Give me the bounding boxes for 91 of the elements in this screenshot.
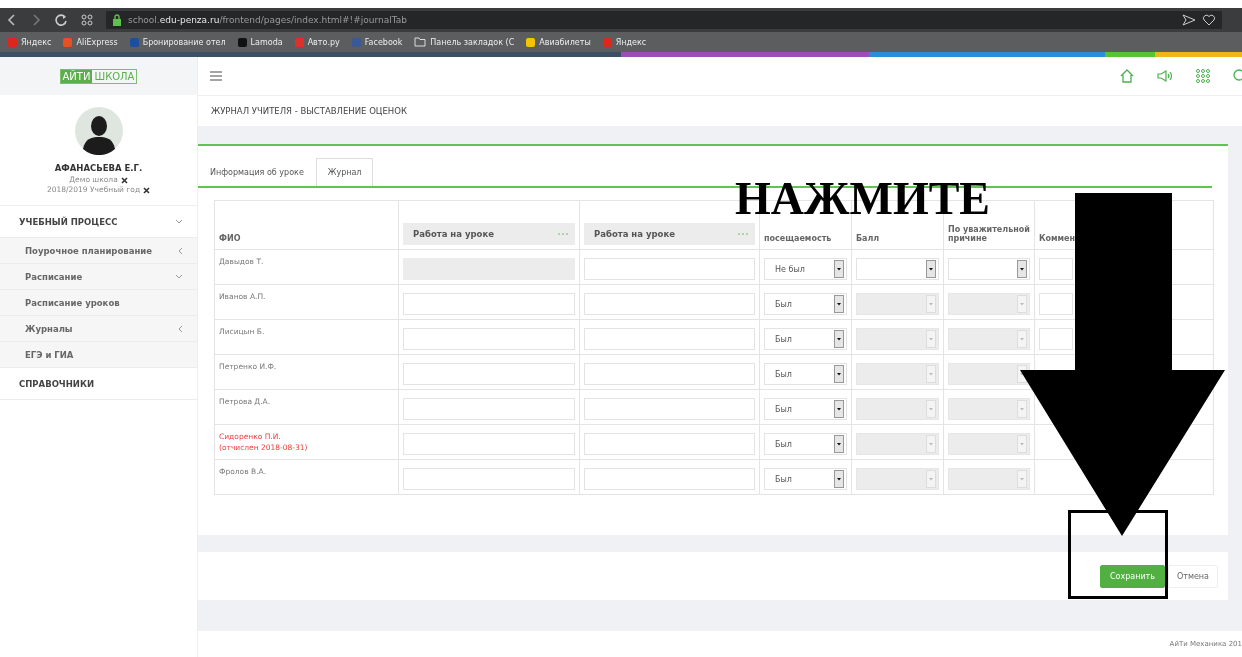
tab[interactable]: Журнал — [315, 158, 374, 186]
cancel-button[interactable]: Отмена — [1167, 564, 1218, 588]
reload-icon[interactable] — [54, 13, 68, 27]
more-icon[interactable] — [557, 232, 569, 236]
address-bar[interactable]: school.edu-penza.ru/frontend/pages/index.html#!#journalTab — [106, 11, 1222, 29]
caret-icon — [834, 295, 844, 313]
menu-item[interactable]: ЕГЭ и ГИА — [0, 342, 197, 368]
comment-field[interactable] — [1039, 258, 1073, 280]
menu-icon[interactable] — [210, 71, 222, 81]
forward-icon[interactable] — [30, 13, 42, 27]
caret-icon — [926, 365, 936, 383]
back-icon[interactable] — [6, 13, 18, 27]
caret-icon — [834, 330, 844, 348]
caret-icon — [834, 400, 844, 418]
dropdown[interactable]: Был — [764, 328, 847, 350]
dropdown[interactable]: Был — [764, 293, 847, 315]
caret-icon — [926, 435, 936, 453]
grade-field[interactable] — [403, 398, 575, 420]
column-header: ФИО — [219, 234, 241, 243]
callout-text: НАЖМИТЕ — [735, 176, 991, 222]
bookmark-link[interactable]: Авиабилеты — [526, 37, 591, 47]
grade-field[interactable] — [584, 468, 755, 490]
bookmark-link[interactable]: Яндекс — [8, 37, 52, 47]
bookmark-link[interactable]: Бронирование отел — [129, 37, 226, 47]
bookmark-link[interactable]: Facebook — [351, 37, 403, 47]
dropdown[interactable]: Был — [764, 433, 847, 455]
grade-field[interactable] — [403, 468, 575, 490]
column-header: посещаемость — [764, 234, 832, 243]
caret-icon — [926, 330, 936, 348]
comment-field[interactable] — [1039, 328, 1073, 350]
dropdown[interactable]: Не был — [764, 258, 847, 280]
grade-field[interactable] — [584, 433, 755, 455]
caret-icon — [834, 435, 844, 453]
close-icon[interactable] — [120, 176, 128, 184]
user-name: АФАНАСЬЕВА Е.Г. — [54, 163, 143, 173]
caret-icon — [1017, 435, 1027, 453]
grade-field[interactable] — [403, 293, 575, 315]
bookmark-link[interactable]: Яндекс — [602, 37, 647, 47]
bookmark-link[interactable]: Авто.ру — [294, 37, 340, 47]
grade-field[interactable] — [584, 363, 755, 385]
caret-icon — [1017, 295, 1027, 313]
caret-icon — [1017, 260, 1027, 278]
dropdown[interactable]: Был — [764, 363, 847, 385]
search-icon[interactable] — [1232, 69, 1242, 83]
url-text: school.edu-penza.ru/frontend/pages/index.html#!#journalTab — [128, 15, 407, 25]
column-header: Работа на уроке — [413, 229, 494, 239]
menu-item[interactable]: Журналы — [0, 316, 197, 342]
grade-field[interactable] — [403, 363, 575, 385]
column-header: Работа на уроке — [594, 229, 675, 239]
column-header: Коммен — [1039, 234, 1076, 243]
grade-field[interactable] — [584, 328, 755, 350]
caret-icon — [834, 365, 844, 383]
caret-icon — [926, 470, 936, 488]
caret-icon — [834, 470, 844, 488]
more-icon[interactable] — [737, 232, 749, 236]
tab[interactable]: Информация об уроке — [198, 158, 316, 186]
grade-field[interactable] — [584, 293, 755, 315]
speed-dial-icon[interactable] — [80, 14, 94, 26]
menu-item[interactable]: СПРАВОЧНИКИ — [0, 368, 197, 400]
caret-icon — [926, 260, 936, 278]
megaphone-icon[interactable] — [1156, 69, 1174, 83]
bookmark-link[interactable]: AliExpress — [63, 37, 118, 47]
comment-field[interactable] — [1039, 293, 1073, 315]
bookmark-link[interactable]: Lamoda — [237, 37, 283, 47]
grid-icon[interactable] — [1196, 69, 1210, 83]
grade-field[interactable] — [584, 398, 755, 420]
close-icon[interactable] — [143, 186, 151, 194]
caret-icon — [926, 295, 936, 313]
caret-icon — [926, 400, 936, 418]
folder-icon — [414, 37, 427, 47]
dropdown[interactable]: Был — [764, 398, 847, 420]
dropdown[interactable]: Был — [764, 468, 847, 490]
grade-field[interactable] — [584, 258, 755, 280]
caret-icon — [1017, 470, 1027, 488]
menu-item[interactable]: Расписание — [0, 264, 197, 290]
heart-icon[interactable] — [1202, 14, 1216, 26]
bookmark-link[interactable]: Панель закладок (С — [414, 37, 515, 47]
avatar — [74, 107, 123, 155]
send-icon[interactable] — [1182, 14, 1196, 26]
grade-field[interactable] — [403, 328, 575, 350]
column-header: Балл — [856, 234, 880, 243]
caret-icon — [1017, 400, 1027, 418]
menu-item[interactable]: Поурочное планирование — [0, 238, 197, 264]
menu-item[interactable]: Расписание уроков — [0, 290, 197, 316]
lock-icon — [112, 14, 122, 26]
caret-icon — [1017, 330, 1027, 348]
column-header: По уважительной причине — [948, 225, 1030, 243]
home-icon[interactable] — [1120, 69, 1134, 83]
grade-field[interactable] — [403, 433, 575, 455]
page-title: ЖУРНАЛ УЧИТЕЛЯ - ВЫСТАВЛЕНИЕ ОЦЕНОК — [211, 106, 407, 116]
caret-icon — [834, 260, 844, 278]
